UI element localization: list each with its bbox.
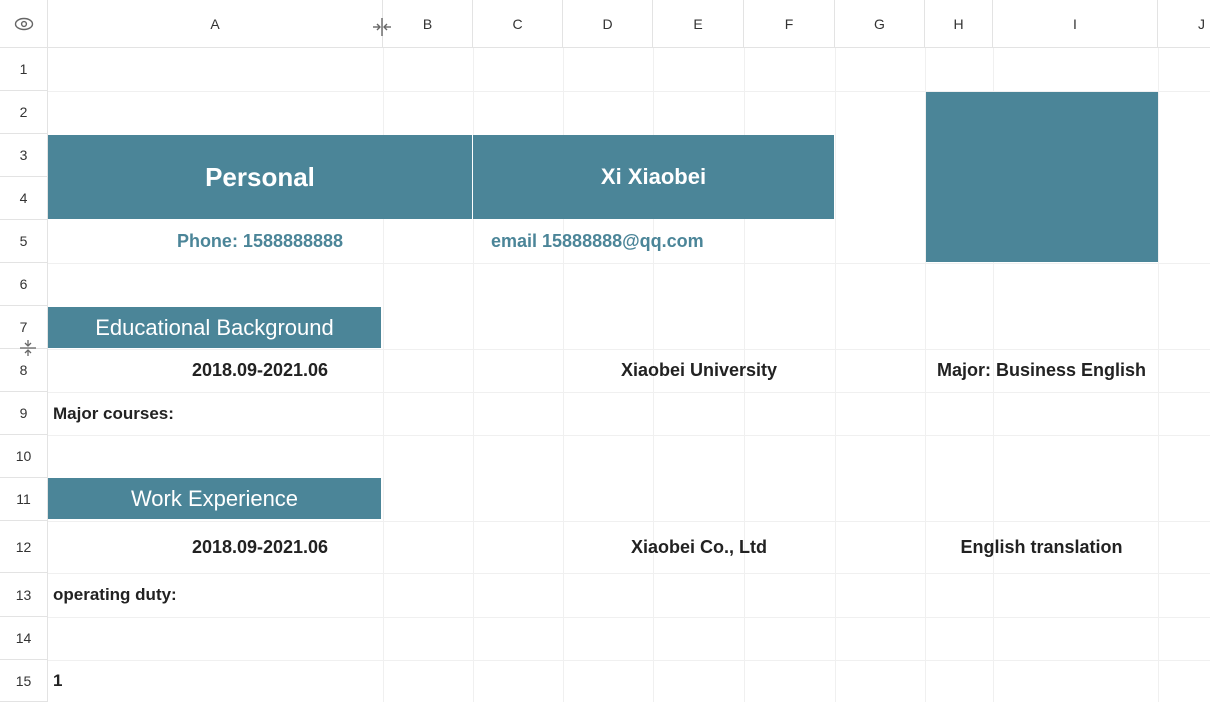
duty-cell[interactable]: operating duty: — [53, 573, 453, 617]
gridline — [48, 617, 1210, 618]
phone-text: Phone: 1588888888 — [176, 231, 344, 251]
row-header-3[interactable]: 3 — [0, 134, 48, 177]
row-header-11[interactable]: 11 — [0, 478, 48, 521]
column-resize-handle[interactable] — [371, 16, 393, 38]
eye-icon — [14, 17, 33, 30]
photo-placeholder-cell[interactable] — [926, 92, 1158, 262]
major-cell[interactable]: Major: Business English — [925, 349, 1158, 392]
row-header-2[interactable]: 2 — [0, 91, 48, 134]
row-header-6[interactable]: 6 — [0, 263, 48, 306]
work-header-cell[interactable]: Work Experience — [48, 478, 381, 519]
row-header-9[interactable]: 9 — [0, 392, 48, 435]
column-header-a[interactable]: A — [48, 0, 383, 48]
row-header-14[interactable]: 14 — [0, 617, 48, 660]
gridline — [835, 48, 836, 702]
column-header-j[interactable]: J — [1158, 0, 1210, 48]
courses-cell[interactable]: Major courses: — [53, 392, 453, 435]
role-cell[interactable]: English translation — [925, 521, 1158, 573]
column-header-e[interactable]: E — [653, 0, 744, 48]
row-header-10[interactable]: 10 — [0, 435, 48, 478]
column-header-f[interactable]: F — [744, 0, 835, 48]
courses-label: Major courses: — [53, 403, 174, 423]
education-period-cell[interactable]: 2018.09-2021.06 — [48, 349, 472, 392]
row15-value-cell[interactable]: 1 — [53, 660, 253, 702]
phone-cell[interactable]: Phone: 1588888888 — [48, 220, 472, 263]
row15-value: 1 — [53, 671, 63, 690]
personal-label: Personal — [205, 161, 315, 192]
company-name: Xiaobei Co., Ltd — [630, 536, 767, 557]
row-header-13[interactable]: 13 — [0, 573, 48, 617]
email-text: email 15888888@qq.com — [491, 231, 704, 251]
name-value: Xi Xiaobei — [600, 164, 707, 189]
education-header-cell[interactable]: Educational Background — [48, 307, 381, 348]
role-text: English translation — [960, 536, 1123, 557]
row-header-12[interactable]: 12 — [0, 521, 48, 573]
email-cell[interactable]: email 15888888@qq.com — [491, 220, 834, 263]
major-text: Major: Business English — [936, 360, 1147, 380]
row-header-1[interactable]: 1 — [0, 48, 48, 91]
gridline — [48, 263, 1210, 264]
work-title: Work Experience — [130, 485, 299, 511]
column-header-i[interactable]: I — [993, 0, 1158, 48]
column-header-g[interactable]: G — [835, 0, 925, 48]
work-period-cell[interactable]: 2018.09-2021.06 — [48, 521, 472, 573]
column-header-b[interactable]: B — [383, 0, 473, 48]
gridline — [48, 435, 1210, 436]
gridline — [1158, 48, 1159, 702]
row-resize-handle[interactable] — [18, 338, 38, 358]
resize-rows-icon — [20, 340, 36, 356]
name-cell[interactable]: Xi Xiaobei — [473, 135, 834, 219]
column-header-c[interactable]: C — [473, 0, 563, 48]
company-cell[interactable]: Xiaobei Co., Ltd — [563, 521, 835, 573]
column-header-h[interactable]: H — [925, 0, 993, 48]
row-header-15[interactable]: 15 — [0, 660, 48, 702]
duty-label: operating duty: — [53, 585, 177, 604]
column-header-d[interactable]: D — [563, 0, 653, 48]
select-all-corner[interactable] — [0, 0, 48, 48]
row-header-4[interactable]: 4 — [0, 177, 48, 220]
school-cell[interactable]: Xiaobei University — [563, 349, 835, 392]
education-period: 2018.09-2021.06 — [191, 360, 329, 380]
school-name: Xiaobei University — [620, 360, 778, 380]
personal-header-cell[interactable]: Personal — [48, 135, 472, 219]
work-period: 2018.09-2021.06 — [191, 536, 329, 557]
row-header-5[interactable]: 5 — [0, 220, 48, 263]
education-title: Educational Background — [95, 314, 334, 340]
resize-columns-icon — [373, 18, 391, 36]
